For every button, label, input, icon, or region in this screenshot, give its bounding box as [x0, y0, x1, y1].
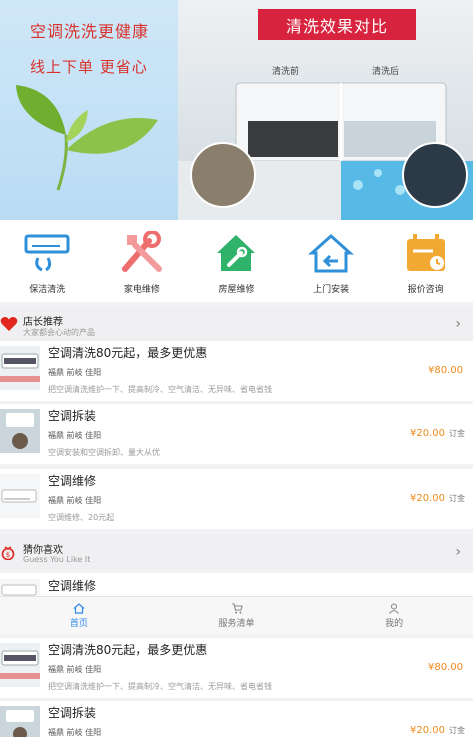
tab-home[interactable]: 首页	[0, 597, 158, 634]
product-title: 空调清洗80元起，最多更优惠	[48, 346, 208, 360]
product-title: 空调维修	[48, 474, 97, 488]
banner-slogan-2: 线上下单 更省心	[30, 58, 148, 76]
product-location: 福鼎 前岐 佳阳	[48, 728, 102, 737]
user-icon	[389, 603, 400, 614]
bag-icon: $	[1, 546, 15, 560]
product-item[interactable]: 空调维修 福鼎 前岐 佳阳 空调维修、20元起 ¥20.00 订金	[0, 469, 473, 529]
product-item[interactable]: 空调清洗80元起，最多更优惠 福鼎 前岐 佳阳 把空调清洗维护一下、提高制冷、空…	[0, 341, 473, 401]
bottom-tab-bar: 首页 服务清单 我的	[0, 596, 473, 634]
home-icon	[73, 603, 85, 614]
tab-service-list[interactable]: 服务清单	[158, 597, 316, 634]
chevron-right-icon: ›	[455, 316, 461, 332]
section-subtitle: 大家都会心动的产品	[23, 328, 95, 337]
guess-item[interactable]: 空调维修	[0, 573, 473, 597]
product-description: 把空调清洗维护一下、提高制冷、空气清洁、无异味、省电省钱	[48, 682, 272, 691]
product-title: 空调拆装	[48, 706, 97, 720]
product-thumbnail	[0, 474, 40, 518]
cart-icon	[231, 603, 243, 614]
svg-text:$: $	[6, 551, 10, 559]
section-guess-header[interactable]: $ 猜你喜欢 Guess You Like It ›	[0, 534, 473, 570]
product-thumbnail	[0, 346, 40, 390]
category-bar: 保洁清洗 家电维修 房屋维修 上门安装 报价咨询	[0, 220, 473, 302]
section-subtitle: Guess You Like It	[23, 555, 91, 564]
category-label: 报价咨询	[407, 285, 444, 295]
ac-unit-illustration	[178, 82, 473, 220]
product-thumbnail	[0, 643, 40, 687]
banner-slogan-1: 空调洗洗更健康	[30, 22, 150, 41]
product-price: ¥80.00	[428, 662, 463, 673]
product-title: 空调清洗80元起，最多更优惠	[48, 643, 208, 657]
tab-mine[interactable]: 我的	[315, 597, 473, 634]
category-label: 家电维修	[123, 285, 160, 295]
product-item[interactable]: 空调拆装 福鼎 前岐 佳阳 空调安装和空调拆卸、量大从优 ¥20.00 订金	[0, 404, 473, 464]
tab-label: 服务清单	[218, 619, 255, 629]
product-thumbnail	[0, 409, 40, 453]
category-label: 保洁清洗	[29, 285, 66, 295]
category-cleaning[interactable]: 保洁清洗	[0, 220, 95, 302]
product-price: ¥20.00 订金	[410, 428, 465, 439]
product-title: 空调维修	[48, 579, 97, 593]
promo-banner[interactable]: 空调洗洗更健康 线上下单 更省心 清洗效果对比 清洗前 清洗后	[0, 0, 473, 220]
product-location: 福鼎 前岐 佳阳	[48, 368, 102, 377]
tab-label: 首页	[69, 619, 88, 629]
air-conditioner-icon	[22, 228, 72, 278]
category-house-repair[interactable]: 房屋维修	[189, 220, 284, 302]
category-appliance-repair[interactable]: 家电维修	[95, 220, 190, 302]
section-title: 猜你喜欢	[23, 545, 63, 556]
product-location: 福鼎 前岐 佳阳	[48, 431, 102, 440]
house-wrench-icon	[211, 228, 261, 278]
category-quote[interactable]: 报价咨询	[378, 220, 473, 302]
product-location: 福鼎 前岐 佳阳	[48, 665, 102, 674]
category-install[interactable]: 上门安装	[284, 220, 379, 302]
product-thumbnail	[0, 579, 40, 597]
heart-icon	[0, 317, 18, 331]
category-label: 上门安装	[313, 285, 350, 295]
app-page: 空调洗洗更健康 线上下单 更省心 清洗效果对比 清洗前 清洗后 保洁清洗 家电维…	[0, 0, 473, 737]
guess-item[interactable]: 空调清洗80元起，最多更优惠 福鼎 前岐 佳阳 把空调清洗维护一下、提高制冷、空…	[0, 638, 473, 698]
section-title: 店长推荐	[23, 317, 63, 328]
product-description: 空调安装和空调拆卸、量大从优	[48, 448, 160, 457]
product-price: ¥20.00 订金	[410, 725, 465, 736]
home-return-icon	[306, 228, 356, 278]
product-description: 空调维修、20元起	[48, 513, 115, 522]
product-thumbnail	[0, 706, 40, 737]
product-location: 福鼎 前岐 佳阳	[48, 496, 102, 505]
product-description: 把空调清洗维护一下、提高制冷、空气清洁、无异味、省电省钱	[48, 385, 272, 394]
leaf-icon	[16, 85, 158, 191]
chevron-right-icon: ›	[455, 544, 461, 560]
product-price: ¥80.00	[428, 365, 463, 376]
tab-label: 我的	[385, 619, 404, 629]
section-recommend-header[interactable]: 店长推荐 大家都会心动的产品 ›	[0, 306, 473, 342]
banner-badge: 清洗效果对比	[258, 9, 416, 40]
guess-item[interactable]: 空调拆装 福鼎 前岐 佳阳 ¥20.00 订金	[0, 701, 473, 737]
product-price: ¥20.00 订金	[410, 493, 465, 504]
product-title: 空调拆装	[48, 409, 97, 423]
category-label: 房屋维修	[218, 285, 255, 295]
calendar-icon	[401, 228, 451, 278]
tools-icon	[117, 228, 167, 278]
